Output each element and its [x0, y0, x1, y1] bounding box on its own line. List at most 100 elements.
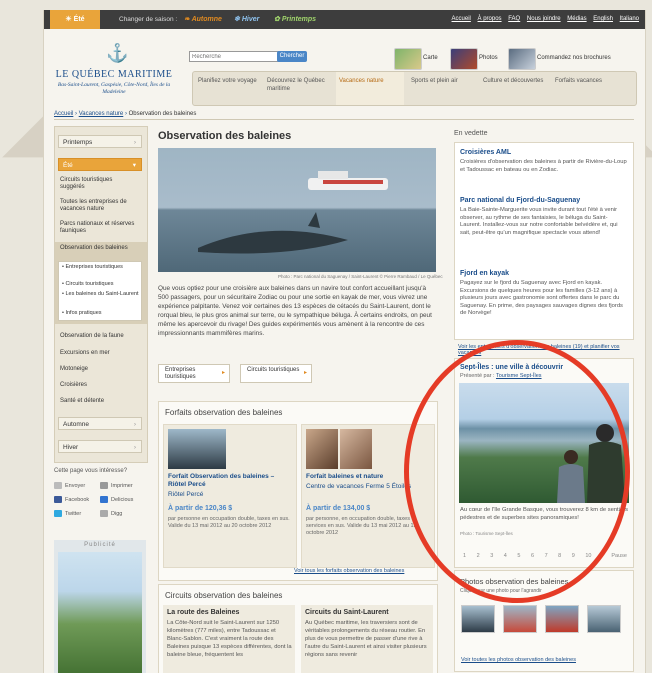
leaf-icon: ❧ — [184, 16, 190, 23]
link-nous-joindre[interactable]: Nous joindre — [527, 16, 561, 22]
sidebar-item-croisieres[interactable]: Croisières — [60, 382, 138, 389]
current-season-tab[interactable]: ☀ Été — [50, 10, 100, 29]
nav-forfaits[interactable]: Forfaits vacances — [555, 78, 623, 86]
sidebar-printemps[interactable]: Printemps › — [58, 135, 142, 148]
change-season-label: Changer de saison : — [119, 16, 178, 23]
featured-box: Croisières AML Croisières d'observation … — [454, 142, 634, 340]
forfait-subtitle: Riôtel Percé — [168, 491, 204, 498]
circuits-section: Circuits observation des baleines La rou… — [158, 584, 438, 673]
link-italiano[interactable]: Italiano — [620, 16, 639, 22]
search-input[interactable] — [189, 51, 281, 62]
ad-image — [58, 552, 142, 673]
feature-text: Pagayez sur le fjord du Saguenay avec Fj… — [460, 280, 623, 317]
photo-thumbnail[interactable] — [461, 605, 495, 633]
submenu-infos[interactable]: • Infos pratiques — [62, 310, 140, 317]
sidebar-hiver-label: Hiver — [63, 444, 79, 451]
forfaits-more-link[interactable]: Voir tous les forfaits observation des b… — [294, 568, 404, 574]
link-english[interactable]: English — [593, 16, 613, 22]
season-winter-label: Hiver — [241, 16, 260, 23]
share-delicious[interactable]: Delicious — [100, 496, 133, 503]
photo-thumbnail[interactable] — [545, 605, 579, 633]
forfait-price: À partir de 120,36 $ — [168, 505, 233, 512]
photos-icon — [450, 48, 478, 70]
lighthouse-icon: ⚓ — [106, 43, 129, 63]
arrow-right-icon: ▸ — [221, 370, 225, 376]
share-facebook[interactable]: Facebook — [54, 496, 89, 503]
season-link-spring[interactable]: ✿ Printemps — [274, 15, 316, 23]
photo-thumbnail[interactable] — [503, 605, 537, 633]
advertisement[interactable]: Publicité — [54, 540, 146, 673]
feature-title[interactable]: Fjord en kayak — [460, 270, 509, 277]
sidebar-item-sante[interactable]: Santé et détente — [60, 398, 138, 405]
sun-icon: ☀ — [65, 16, 74, 23]
nav-vacances-nature[interactable]: Vacances nature — [339, 78, 407, 86]
people-image — [340, 429, 372, 469]
sidebar-item-excursions[interactable]: Excursions en mer — [60, 350, 138, 357]
circuit-text: La Côte-Nord suit le Saint-Laurent sur 1… — [167, 620, 292, 658]
nav-decouvrez[interactable]: Découvrez le Québec maritime — [267, 78, 335, 93]
forfait-card[interactable]: Forfait Observation des baleines – Riôte… — [163, 424, 297, 568]
quick-link-brochures-label: Commandez nos brochures — [537, 55, 611, 61]
top-links: Accueil À propos FAQ Nous joindre Médias… — [447, 16, 639, 22]
share-email-label: Envoyer — [65, 482, 86, 489]
divider — [54, 119, 634, 120]
pill-entreprises[interactable]: Entreprises touristiques ▸ — [158, 364, 230, 383]
facebook-icon — [54, 496, 62, 503]
sidebar-item-entreprises[interactable]: Toutes les entreprises de vacances natur… — [60, 199, 138, 213]
nav-planifiez[interactable]: Planifiez votre voyage — [198, 78, 266, 86]
link-medias[interactable]: Médias — [567, 16, 586, 22]
share-print[interactable]: Imprimer — [100, 482, 133, 489]
sidebar-item-circuits[interactable]: Circuits touristiques suggérés — [60, 177, 138, 191]
circuits-title: Circuits observation des baleines — [165, 591, 283, 600]
season-spring-label: Printemps — [281, 16, 317, 23]
sidebar-automne-label: Automne — [63, 421, 90, 428]
nav-active-background — [336, 72, 404, 105]
share-title: Cette page vous intéresse? — [54, 468, 128, 474]
pill-circuits[interactable]: Circuits touristiques ▸ — [240, 364, 312, 383]
search-button[interactable]: Chercher — [277, 51, 307, 62]
submenu-circuits[interactable]: • Circuits touristiques — [62, 281, 140, 288]
share-facebook-label: Facebook — [65, 496, 90, 503]
site-logo[interactable]: ⚓ LE QUÉBEC MARITIME Bas-Saint-Laurent, … — [54, 43, 174, 103]
forfaits-title: Forfaits observation des baleines — [165, 408, 283, 417]
sidebar-hiver[interactable]: Hiver › — [58, 440, 142, 453]
submenu-entreprises[interactable]: • Entreprises touristiques — [62, 264, 140, 271]
logo-subtitle: Bas-Saint-Laurent, Gaspésie, Côte-Nord, … — [57, 82, 171, 95]
link-a-propos[interactable]: À propos — [478, 16, 502, 22]
snowflake-icon: ❄ — [234, 16, 240, 23]
sidebar-ete[interactable]: Été ▾ — [58, 158, 142, 171]
nav-culture[interactable]: Culture et découvertes — [483, 78, 551, 86]
feature-title[interactable]: Parc national du Fjord-du-Saguenay — [460, 197, 580, 204]
share-twitter[interactable]: Twitter — [54, 510, 81, 517]
sidebar-item-faune[interactable]: Observation de la faune — [60, 333, 138, 340]
forfait-title[interactable]: Forfait Observation des baleines – Riôte… — [168, 473, 293, 489]
photos-more-link[interactable]: Voir toutes les photos observation des b… — [461, 657, 576, 663]
breadcrumb-vacances-nature[interactable]: Vacances nature — [79, 111, 124, 117]
quick-link-map-label: Carte — [423, 55, 438, 61]
breadcrumb-home[interactable]: Accueil — [54, 111, 73, 117]
sidebar: Printemps › Été ▾ Circuits touristiques su… — [54, 126, 148, 463]
season-autumn-label: Automne — [191, 16, 222, 23]
circuit-title[interactable]: Circuits du Saint-Laurent — [305, 609, 389, 616]
submenu-les-baleines[interactable]: • Les baleines du Saint-Laurent — [62, 291, 140, 298]
pill-entreprises-label: Entreprises touristiques — [165, 367, 196, 380]
season-link-autumn[interactable]: ❧ Automne — [184, 15, 222, 23]
circuit-title[interactable]: La route des Baleines — [167, 609, 239, 616]
delicious-icon — [100, 496, 108, 503]
feature-text: Croisières d'observation des baleines à … — [460, 159, 627, 173]
share-digg[interactable]: Digg — [100, 510, 122, 517]
share-email[interactable]: Envoyer — [54, 482, 85, 489]
sidebar-item-baleines[interactable]: Observation des baleines — [60, 245, 138, 252]
season-link-winter[interactable]: ❄ Hiver — [234, 15, 259, 23]
feature-title[interactable]: Croisières AML — [460, 149, 511, 156]
photo-thumbnail[interactable] — [587, 605, 621, 633]
pill-circuits-label: Circuits touristiques — [247, 367, 300, 373]
link-accueil[interactable]: Accueil — [452, 16, 471, 22]
sidebar-item-motoneige[interactable]: Motoneige — [60, 366, 138, 373]
pause-button[interactable]: Pause — [611, 553, 627, 559]
brochure-icon — [508, 48, 536, 70]
link-faq[interactable]: FAQ — [508, 16, 520, 22]
sidebar-item-parcs[interactable]: Parcs nationaux et réserves fauniques — [60, 221, 138, 235]
nav-sports[interactable]: Sports et plein air — [411, 78, 479, 86]
sidebar-automne[interactable]: Automne › — [58, 417, 142, 430]
